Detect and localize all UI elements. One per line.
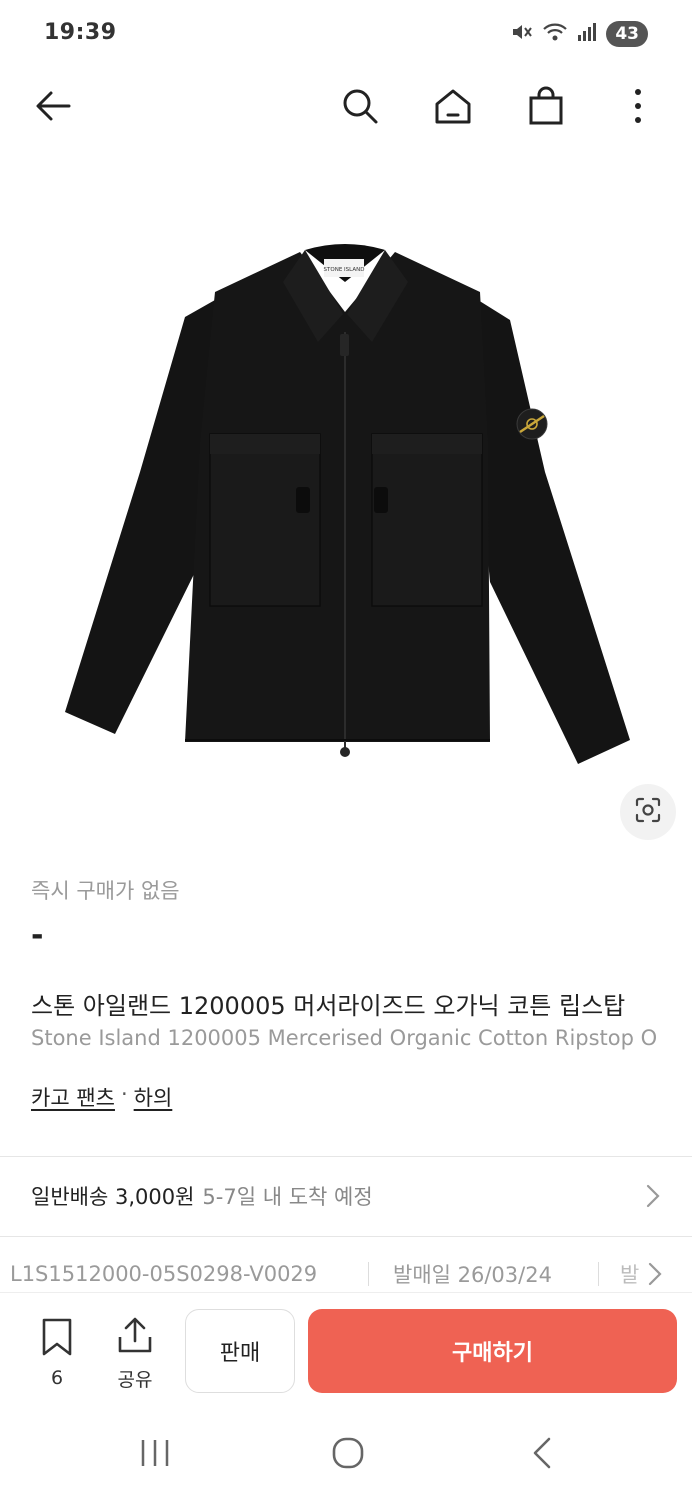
system-home-button[interactable] bbox=[320, 1430, 376, 1480]
mute-icon bbox=[510, 21, 534, 47]
shipping-fee: 일반배송 3,000원 bbox=[31, 1185, 195, 1209]
more-vertical-icon bbox=[633, 88, 643, 128]
recent-apps-icon bbox=[139, 1438, 171, 1472]
instant-purchase-label: 즉시 구매가 없음 bbox=[31, 879, 180, 903]
system-navigation bbox=[0, 1410, 692, 1500]
shipping-row[interactable]: 일반배송 3,000원 5-7일 내 도착 예정 bbox=[0, 1158, 692, 1234]
chevron-right-icon bbox=[646, 1184, 660, 1212]
search-icon bbox=[340, 86, 380, 130]
category-link-cargo-pants[interactable]: 카고 팬츠 bbox=[31, 1082, 115, 1112]
product-name-english: Stone Island 1200005 Mercerised Organic … bbox=[31, 1026, 658, 1050]
bookmark-icon bbox=[39, 1318, 75, 1361]
bookmark-count: 6 bbox=[50, 1367, 64, 1389]
search-button[interactable] bbox=[334, 82, 386, 134]
spec-separator bbox=[598, 1262, 599, 1286]
status-bar: 19:39 43 bbox=[0, 0, 692, 68]
lens-icon bbox=[634, 796, 662, 828]
price-value: - bbox=[31, 918, 44, 953]
shipping-eta: 5-7일 내 도착 예정 bbox=[202, 1185, 373, 1209]
category-breadcrumb: 카고 팬츠 · 하의 bbox=[31, 1082, 172, 1112]
collar-label-text: STONE ISLAND bbox=[324, 267, 365, 273]
home-button[interactable] bbox=[427, 82, 479, 134]
product-name-korean: 스톤 아일랜드 1200005 머서라이즈드 오가닉 코튼 립스탑 bbox=[31, 992, 626, 1020]
divider bbox=[0, 1236, 692, 1237]
action-bar: 6 공유 판매 구매하기 bbox=[0, 1292, 692, 1400]
share-button[interactable]: 공유 bbox=[108, 1315, 162, 1392]
share-label: 공유 bbox=[117, 1369, 153, 1391]
system-back-icon bbox=[531, 1436, 553, 1474]
bookmark-button[interactable]: 6 bbox=[30, 1317, 84, 1389]
chevron-right-icon bbox=[648, 1262, 662, 1290]
category-link-bottoms[interactable]: 하의 bbox=[134, 1082, 173, 1112]
home-icon bbox=[433, 86, 473, 130]
recent-apps-button[interactable] bbox=[127, 1430, 183, 1480]
back-arrow-icon bbox=[33, 88, 73, 128]
product-image[interactable]: STONE ISLAND bbox=[0, 142, 692, 854]
battery-indicator: 43 bbox=[606, 21, 648, 47]
status-time: 19:39 bbox=[44, 20, 117, 45]
release-date: 발매일 26/03/24 bbox=[393, 1263, 552, 1287]
divider bbox=[0, 1156, 692, 1157]
system-back-button[interactable] bbox=[514, 1430, 570, 1480]
home-circle-icon bbox=[330, 1435, 366, 1475]
sell-button[interactable]: 판매 bbox=[185, 1309, 295, 1393]
more-button[interactable] bbox=[612, 82, 664, 134]
category-separator: · bbox=[120, 1082, 128, 1106]
compass-badge-icon bbox=[516, 408, 548, 440]
spec-separator bbox=[368, 1262, 369, 1286]
cart-button[interactable] bbox=[520, 82, 572, 134]
share-icon bbox=[116, 1317, 154, 1359]
jacket-illustration: STONE ISLAND bbox=[65, 244, 630, 764]
status-icons: 43 bbox=[510, 20, 648, 48]
signal-icon bbox=[576, 21, 598, 47]
image-search-button[interactable] bbox=[620, 784, 676, 840]
model-number: L1S1512000-05S0298-V0029 bbox=[10, 1262, 318, 1286]
top-navigation bbox=[0, 72, 692, 142]
buy-button[interactable]: 구매하기 bbox=[308, 1309, 677, 1393]
shopping-bag-icon bbox=[526, 86, 566, 130]
wifi-icon bbox=[542, 21, 568, 47]
back-button[interactable] bbox=[27, 82, 79, 134]
